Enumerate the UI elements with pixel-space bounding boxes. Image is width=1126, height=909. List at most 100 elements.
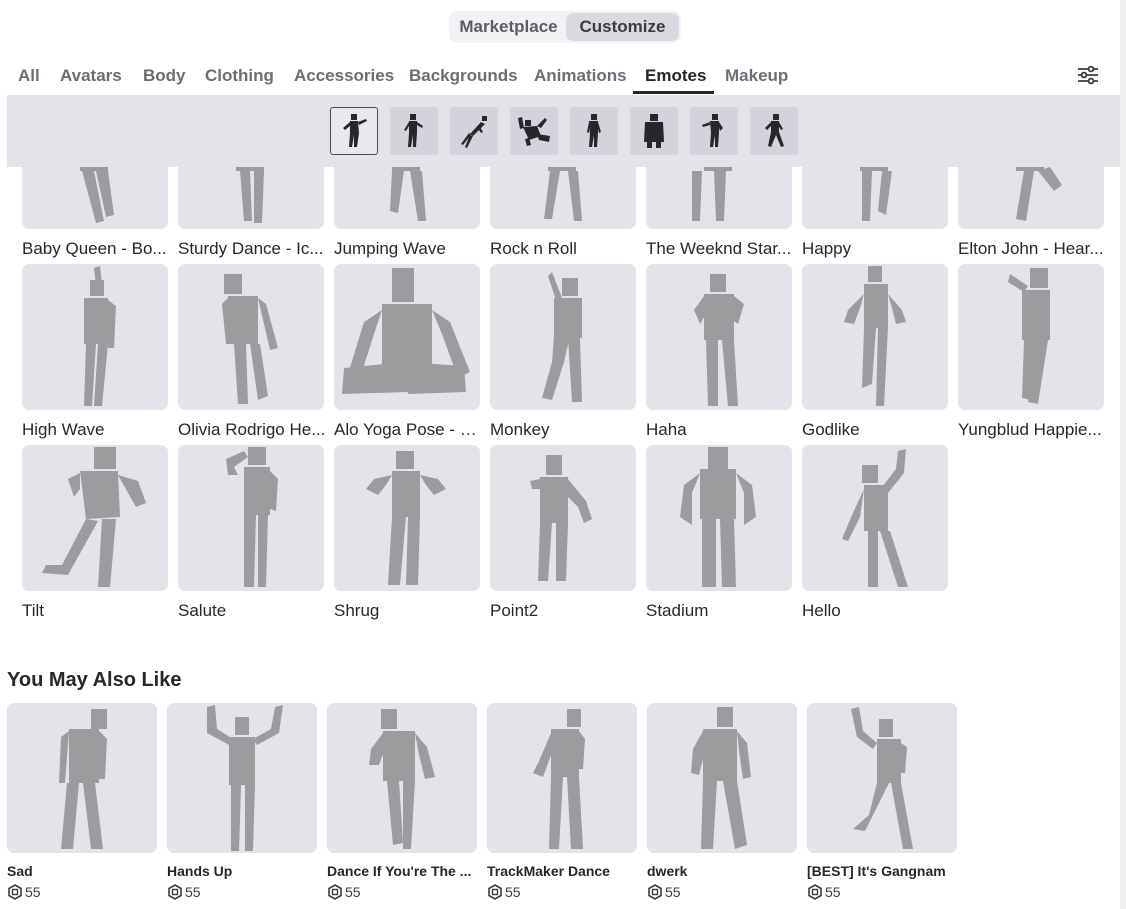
price-value: 55 bbox=[345, 884, 361, 900]
item-card[interactable]: Baby Queen - Bo... bbox=[22, 167, 168, 259]
item-thumbnail bbox=[178, 167, 324, 229]
item-thumbnail bbox=[958, 167, 1104, 229]
item-thumbnail bbox=[334, 167, 480, 229]
item-thumbnail bbox=[178, 264, 324, 410]
item-thumbnail bbox=[22, 264, 168, 410]
item-name: Godlike bbox=[802, 420, 860, 439]
item-name: dwerk bbox=[647, 863, 688, 879]
item-thumbnail bbox=[22, 167, 168, 229]
item-thumbnail bbox=[647, 703, 797, 853]
emote-pose-icon bbox=[702, 114, 723, 147]
price-value: 55 bbox=[665, 884, 681, 900]
item-thumbnail bbox=[646, 264, 792, 410]
price: 55 bbox=[327, 884, 477, 900]
item-card[interactable]: Olivia Rodrigo He... bbox=[178, 264, 325, 440]
item-thumbnail bbox=[487, 703, 637, 853]
subcategory-button[interactable] bbox=[630, 107, 678, 155]
emotes-grid: Baby Queen - Bo... Sturdy Dance - Ic... … bbox=[0, 167, 1120, 637]
recommended-item-card[interactable]: dwerk 55 bbox=[647, 703, 797, 900]
item-card[interactable]: Stadium bbox=[646, 445, 792, 621]
item-thumbnail bbox=[490, 264, 636, 410]
mannequin-figure bbox=[1008, 268, 1050, 404]
price-value: 55 bbox=[185, 884, 201, 900]
item-name: Monkey bbox=[490, 420, 550, 439]
mannequin-figure bbox=[1016, 167, 1062, 221]
customize-toggle-button[interactable]: Customize bbox=[566, 13, 679, 41]
item-thumbnail bbox=[22, 445, 168, 591]
item-name: Point2 bbox=[490, 601, 539, 620]
item-card[interactable]: Jumping Wave bbox=[334, 167, 480, 259]
recommended-item-card[interactable]: [BEST] It's Gangnam 55 bbox=[807, 703, 957, 900]
item-card[interactable]: Shrug bbox=[334, 445, 480, 621]
mannequin-figure bbox=[369, 709, 435, 849]
item-thumbnail bbox=[178, 445, 324, 591]
robux-icon bbox=[168, 884, 182, 900]
item-thumbnail bbox=[334, 445, 480, 591]
price-value: 55 bbox=[825, 884, 841, 900]
page-scrollbar[interactable] bbox=[1120, 0, 1126, 909]
item-name: Hello bbox=[802, 601, 841, 620]
item-name: Shrug bbox=[334, 601, 380, 620]
recommended-item-card[interactable]: Dance If You're The ... 55 bbox=[327, 703, 477, 900]
robux-icon bbox=[328, 884, 342, 900]
item-thumbnail bbox=[490, 445, 636, 591]
subcategory-button[interactable] bbox=[510, 107, 558, 155]
subcategory-button[interactable] bbox=[570, 107, 618, 155]
subcategory-button[interactable] bbox=[750, 107, 798, 155]
recommended-item-card[interactable]: TrackMaker Dance 55 bbox=[487, 703, 637, 900]
item-card[interactable]: Monkey bbox=[490, 264, 636, 440]
tab-animations[interactable]: Animations bbox=[534, 66, 627, 86]
item-card[interactable]: Sturdy Dance - Ic... bbox=[178, 167, 324, 259]
mannequin-figure bbox=[207, 705, 283, 851]
item-name: Yungblud Happie... bbox=[958, 420, 1102, 439]
item-card[interactable]: Rock n Roll bbox=[490, 167, 636, 259]
item-name: Jumping Wave bbox=[334, 239, 446, 258]
recommended-item-card[interactable]: Sad 55 bbox=[7, 703, 157, 900]
price: 55 bbox=[7, 884, 157, 900]
subcategory-button[interactable] bbox=[450, 107, 498, 155]
item-card[interactable]: Alo Yoga Pose - L... bbox=[334, 264, 482, 440]
tab-accessories[interactable]: Accessories bbox=[294, 66, 394, 86]
item-card[interactable]: Haha bbox=[646, 264, 792, 440]
subcategory-button[interactable] bbox=[330, 107, 378, 155]
recommended-item-card[interactable]: Hands Up 55 bbox=[167, 703, 317, 900]
tab-clothing[interactable]: Clothing bbox=[205, 66, 274, 86]
subcategory-button[interactable] bbox=[690, 107, 738, 155]
tab-all[interactable]: All bbox=[18, 66, 40, 86]
mannequin-figure bbox=[366, 451, 446, 585]
mannequin-figure bbox=[222, 274, 278, 404]
emote-subcategory-strip bbox=[7, 95, 1120, 167]
item-thumbnail bbox=[334, 264, 480, 410]
item-name: Salute bbox=[178, 601, 227, 620]
mannequin-figure bbox=[692, 167, 732, 221]
active-tab-indicator bbox=[633, 91, 714, 94]
item-card[interactable]: Yungblud Happie... bbox=[958, 264, 1104, 440]
filter-settings-button[interactable] bbox=[1075, 62, 1101, 88]
item-card[interactable]: Point2 bbox=[490, 445, 636, 621]
item-card[interactable]: Happy bbox=[802, 167, 948, 259]
item-card[interactable]: High Wave bbox=[22, 264, 168, 440]
mannequin-figure bbox=[542, 272, 582, 402]
item-card[interactable]: Salute bbox=[178, 445, 324, 621]
item-card[interactable]: The Weeknd Star... bbox=[646, 167, 792, 259]
item-card[interactable]: Hello bbox=[802, 445, 948, 621]
subcategory-button[interactable] bbox=[390, 107, 438, 155]
item-name: Alo Yoga Pose - L... bbox=[334, 420, 482, 439]
price: 55 bbox=[647, 884, 797, 900]
mannequin-figure bbox=[533, 709, 585, 849]
emote-pose-icon bbox=[587, 114, 601, 147]
item-name: Dance If You're The ... bbox=[327, 863, 472, 879]
price: 55 bbox=[807, 884, 957, 900]
tab-avatars[interactable]: Avatars bbox=[60, 66, 122, 86]
tab-makeup[interactable]: Makeup bbox=[725, 66, 788, 86]
item-card[interactable]: Godlike bbox=[802, 264, 948, 440]
item-thumbnail bbox=[327, 703, 477, 853]
tab-body[interactable]: Body bbox=[143, 66, 186, 86]
item-thumbnail bbox=[7, 703, 157, 853]
marketplace-toggle-button[interactable]: Marketplace bbox=[451, 13, 566, 41]
item-card[interactable]: Tilt bbox=[22, 445, 168, 621]
tab-backgrounds[interactable]: Backgrounds bbox=[409, 66, 518, 86]
tab-emotes[interactable]: Emotes bbox=[645, 66, 706, 86]
robux-icon bbox=[8, 884, 22, 900]
item-card[interactable]: Elton John - Hear... bbox=[958, 167, 1104, 259]
